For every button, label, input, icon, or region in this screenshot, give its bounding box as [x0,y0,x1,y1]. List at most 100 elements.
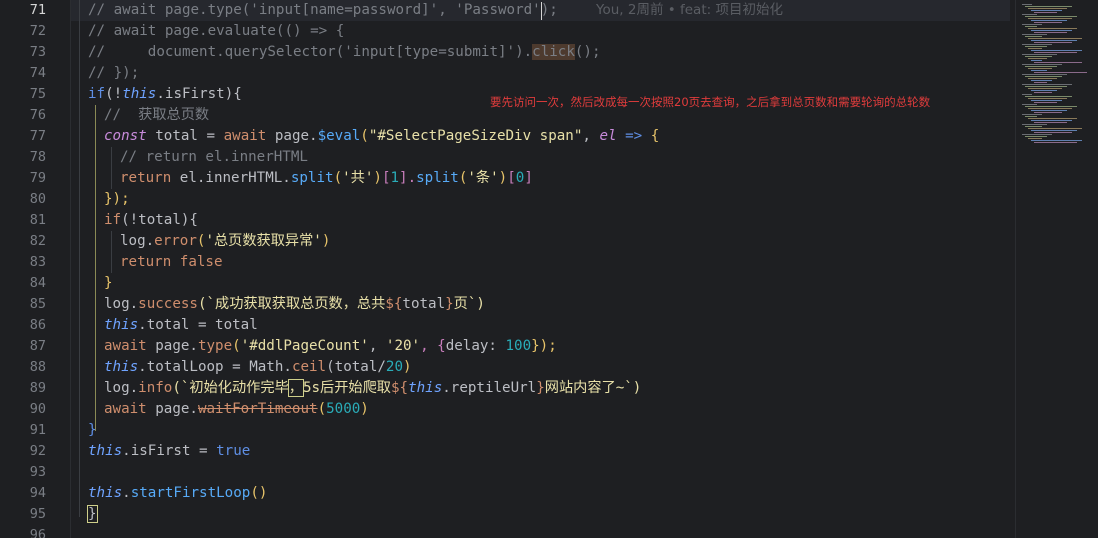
code-editor[interactable]: 71 72 73 74 75 76 77 78 79 80 81 82 83 84 85 86 87 88 89 90… [0,0,1098,538]
code-line[interactable]: } [88,420,97,441]
code-token: () [250,485,268,501]
code-token: ${ [390,380,409,396]
line-number: 85 [29,296,46,312]
code-token: page. [146,401,198,417]
code-line[interactable]: log.info(`初始化动作完毕，5s后开始爬取${this.reptileU… [104,378,641,399]
code-token: = [199,443,208,459]
code-token: // }); [88,65,140,81]
minimap-line [1031,10,1062,11]
minimap[interactable] [1015,0,1098,538]
code-token: log. [104,380,139,396]
code-token: } [87,505,98,523]
code-line[interactable]: } [87,504,98,525]
minimap-line [1025,26,1037,27]
minimap-line [1025,86,1067,87]
code-token: .total [138,317,198,333]
code-token: = [206,128,216,144]
code-token: info [138,380,173,396]
code-token: ] [524,170,533,186]
code-line[interactable]: // 获取总页数 [104,105,209,126]
line-number: 80 [29,191,46,207]
code-token: this [104,317,139,333]
minimap-line [1028,108,1072,109]
gutter-separator [70,0,71,538]
code-token: '共' [342,170,374,186]
minimap-line [1028,128,1082,129]
code-token: } [445,296,454,312]
code-line[interactable]: // await page.type('input[name=password]… [88,0,558,21]
code-token: , [582,128,600,144]
code-token: } [88,422,97,438]
line-number: 71 [29,2,46,18]
code-token: = [232,359,241,375]
code-token: if [88,86,106,102]
minimap-line [1022,134,1052,135]
code-token: log. [104,296,139,312]
code-line[interactable]: this.totalLoop = Math.ceil(total/20) [104,357,412,378]
minimap-line [1031,100,1062,101]
code-token: : [488,338,506,354]
minimap-line [1034,72,1087,73]
line-number: 93 [29,464,46,480]
minimap-line [1025,6,1072,7]
code-line[interactable]: // document.querySelector('input[type=su… [88,42,601,63]
code-line[interactable]: await page.waitForTimeout(5000) [104,399,369,420]
code-line[interactable]: if(!total){ [104,210,198,231]
code-line[interactable]: }); [104,189,130,210]
code-token: click [532,44,575,60]
code-token: el.innerHTML. [171,170,291,186]
code-line[interactable]: return el.innerHTML.split('共')[1].split(… [120,168,533,189]
code-token: .isFirst){ [156,86,242,102]
code-token: ( [317,401,327,417]
code-token: '20' [385,338,421,354]
minimap-line [1031,70,1047,71]
code-token: '总页数获取异常' [205,233,322,249]
code-token: "#SelectPageSizeDiv span" [368,128,583,144]
code-token: this [104,359,139,375]
code-token: (); [574,44,601,60]
line-number: 73 [29,44,46,60]
code-line[interactable]: this.total = total [104,315,258,336]
code-line[interactable]: const total = await page.$eval("#SelectP… [104,126,659,147]
minimap-line [1031,120,1072,121]
code-token: el [599,128,617,144]
line-number: 95 [29,506,46,522]
indent-guide [95,105,96,431]
code-token: this [122,86,157,102]
minimap-line [1025,16,1077,17]
minimap-line [1034,112,1062,113]
code-token: ${ [385,296,403,312]
code-token: ) [403,359,412,375]
minimap-line [1022,44,1052,45]
minimap-line [1031,110,1067,111]
code-line[interactable]: } [104,273,113,294]
minimap-line [1028,118,1077,119]
code-line[interactable]: return false [120,252,223,273]
code-token: 页`) [453,296,485,312]
code-token: ]. [399,170,417,186]
code-token: }); [531,338,557,354]
line-number: 90 [29,401,46,417]
minimap-line [1031,50,1082,51]
code-line[interactable]: if(!this.isFirst){ [88,84,242,105]
minimap-line [1031,20,1067,21]
code-token: if [104,212,122,228]
text-caret [541,2,542,20]
minimap-line [1034,82,1047,83]
code-token: 100 [505,338,532,354]
code-line[interactable]: // await page.evaluate(() => { [88,21,344,42]
code-line[interactable]: this.startFirstLoop() [88,483,267,504]
code-line[interactable]: // return el.innerHTML [120,147,308,168]
code-token: }); [104,191,130,207]
code-line[interactable]: this.isFirst = true [88,441,250,462]
minimap-line [1022,114,1042,115]
code-token: const [104,128,147,144]
line-number: 78 [29,149,46,165]
code-line[interactable]: log.error('总页数获取异常') [120,231,330,252]
code-line[interactable]: await page.type('#ddlPageCount', '20', {… [104,336,557,357]
code-line[interactable]: // }); [88,63,139,84]
code-line[interactable]: log.success(`成功获取获取总页数，总共${total}页`) [104,294,485,315]
line-number: 89 [29,380,46,396]
